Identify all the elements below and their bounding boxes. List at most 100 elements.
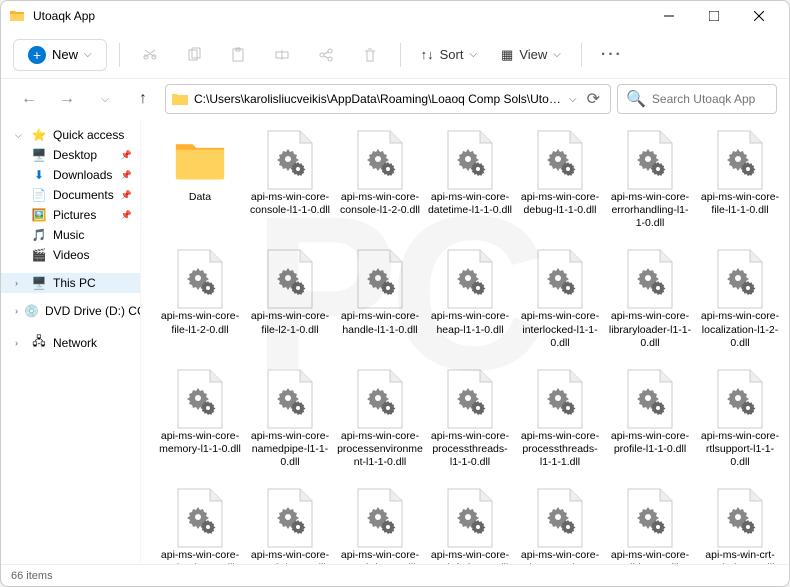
folder-icon (172, 92, 188, 106)
sidebar-videos[interactable]: 🎬Videos (1, 245, 140, 265)
sidebar-network[interactable]: ›🖧Network (1, 329, 140, 356)
dll-file-icon (264, 368, 316, 430)
file-item[interactable]: api-ms-win-core-heap-l1-1-0.dll (427, 248, 513, 349)
file-item[interactable]: api-ms-win-core-file-l2-1-0.dll (247, 248, 333, 349)
file-name-label: api-ms-win-core-profile-l1-1-0.dll (607, 430, 693, 456)
file-item[interactable]: api-ms-win-core-synch-l1-2-0.dll (337, 487, 423, 564)
sidebar-pictures[interactable]: 🖼️Pictures📌 (1, 205, 140, 225)
file-item[interactable]: api-ms-win-core-memory-l1-1-0.dll (157, 368, 243, 469)
dll-file-icon (174, 248, 226, 310)
file-item[interactable]: api-ms-win-core-console-l1-1-0.dll (247, 129, 333, 230)
folder-item[interactable]: Data (157, 129, 243, 230)
copy-button[interactable] (176, 37, 212, 73)
item-count: 66 items (11, 570, 53, 582)
file-name-label: api-ms-win-core-util-l1-1-0.dll (607, 549, 693, 564)
sidebar: ⌵⭐Quick access 🖥️Desktop📌 ⬇Downloads📌 📄D… (1, 119, 141, 564)
file-area[interactable]: Dataapi-ms-win-core-console-l1-1-0.dllap… (141, 119, 789, 564)
sidebar-downloads[interactable]: ⬇Downloads📌 (1, 165, 140, 185)
search-input[interactable] (652, 92, 790, 106)
file-item[interactable]: api-ms-win-core-handle-l1-1-0.dll (337, 248, 423, 349)
file-item[interactable]: api-ms-win-core-interlocked-l1-1-0.dll (517, 248, 603, 349)
dll-file-icon (444, 368, 496, 430)
chevron-down-icon: ⌵ (84, 49, 92, 60)
file-item[interactable]: api-ms-win-core-string-l1-1-0.dll (157, 487, 243, 564)
file-item[interactable]: api-ms-win-core-sysinfo-l1-1-0.dll (427, 487, 513, 564)
file-name-label: api-ms-win-core-heap-l1-1-0.dll (427, 310, 513, 336)
paste-button[interactable] (220, 37, 256, 73)
file-item[interactable]: api-ms-win-core-console-l1-2-0.dll (337, 129, 423, 230)
file-item[interactable]: api-ms-win-core-processthreads-l1-1-1.dl… (517, 368, 603, 469)
file-name-label: api-ms-win-core-processthreads-l1-1-1.dl… (517, 430, 603, 469)
dll-file-icon (534, 248, 586, 310)
dll-file-icon (714, 248, 766, 310)
view-button[interactable]: ▦ View ⌵ (493, 43, 569, 67)
file-name-label: api-ms-win-core-processenvironment-l1-1-… (337, 430, 423, 469)
refresh-button[interactable]: ⟳ (583, 89, 604, 109)
file-item[interactable]: api-ms-win-core-processenvironment-l1-1-… (337, 368, 423, 469)
search-box[interactable]: 🔍 (617, 84, 777, 114)
file-item[interactable]: api-ms-win-core-file-l1-1-0.dll (697, 129, 783, 230)
rename-button[interactable] (264, 37, 300, 73)
new-button[interactable]: + New ⌵ (13, 39, 107, 71)
dll-file-icon (264, 248, 316, 310)
file-item[interactable]: api-ms-win-core-namedpipe-l1-1-0.dll (247, 368, 333, 469)
sidebar-documents[interactable]: 📄Documents📌 (1, 185, 140, 205)
close-button[interactable] (736, 1, 781, 31)
sort-icon: ↑↓ (421, 47, 434, 62)
back-button[interactable]: ← (13, 83, 45, 115)
dll-file-icon (624, 368, 676, 430)
file-item[interactable]: api-ms-win-core-libraryloader-l1-1-0.dll (607, 248, 693, 349)
file-name-label: api-ms-win-core-string-l1-1-0.dll (157, 549, 243, 564)
file-name-label: api-ms-win-core-errorhandling-l1-1-0.dll (607, 191, 693, 230)
share-button[interactable] (308, 37, 344, 73)
dll-file-icon (354, 368, 406, 430)
file-item[interactable]: api-ms-win-core-timezone-l1-1-0.dll (517, 487, 603, 564)
file-item[interactable]: api-ms-win-core-util-l1-1-0.dll (607, 487, 693, 564)
delete-button[interactable] (352, 37, 388, 73)
chevron-down-icon[interactable]: ⌵ (569, 94, 577, 105)
divider (581, 43, 582, 67)
file-item[interactable]: api-ms-win-core-localization-l1-2-0.dll (697, 248, 783, 349)
path-input[interactable]: C:\Users\karolisliucveikis\AppData\Roami… (165, 84, 611, 114)
dll-file-icon (624, 487, 676, 549)
chevron-down-icon[interactable]: ⌵ (89, 83, 121, 115)
sidebar-quick-access[interactable]: ⌵⭐Quick access (1, 125, 140, 145)
file-item[interactable]: api-ms-win-core-debug-l1-1-0.dll (517, 129, 603, 230)
sidebar-this-pc[interactable]: ›🖥️This PC (1, 273, 140, 293)
file-item[interactable]: api-ms-win-core-file-l1-2-0.dll (157, 248, 243, 349)
dll-file-icon (714, 368, 766, 430)
sidebar-dvd-drive[interactable]: ›💿DVD Drive (D:) CCCC (1, 301, 140, 321)
file-name-label: api-ms-win-core-console-l1-1-0.dll (247, 191, 333, 217)
pin-icon: 📌 (121, 150, 132, 161)
file-item[interactable]: api-ms-win-core-processthreads-l1-1-0.dl… (427, 368, 513, 469)
sidebar-music[interactable]: 🎵Music (1, 225, 140, 245)
up-button[interactable]: ↑ (127, 83, 159, 115)
file-item[interactable]: api-ms-win-core-profile-l1-1-0.dll (607, 368, 693, 469)
file-item[interactable]: api-ms-win-core-datetime-l1-1-0.dll (427, 129, 513, 230)
file-name-label: api-ms-win-core-datetime-l1-1-0.dll (427, 191, 513, 217)
dll-file-icon (444, 129, 496, 191)
chevron-down-icon: ⌵ (553, 49, 561, 60)
minimize-button[interactable] (646, 1, 691, 31)
file-item[interactable]: api-ms-win-core-synch-l1-1-0.dll (247, 487, 333, 564)
status-bar: 66 items (1, 564, 789, 586)
dll-file-icon (174, 368, 226, 430)
pin-icon: 📌 (121, 170, 132, 181)
file-name-label: api-ms-win-core-sysinfo-l1-1-0.dll (427, 549, 513, 564)
more-button[interactable]: ··· (594, 37, 630, 73)
divider (400, 43, 401, 67)
sort-button[interactable]: ↑↓ Sort ⌵ (413, 43, 485, 66)
view-label: View (519, 47, 547, 62)
sidebar-desktop[interactable]: 🖥️Desktop📌 (1, 145, 140, 165)
plus-icon: + (28, 46, 46, 64)
file-name-label: api-ms-win-core-libraryloader-l1-1-0.dll (607, 310, 693, 349)
file-name-label: api-ms-win-core-console-l1-2-0.dll (337, 191, 423, 217)
maximize-button[interactable] (691, 1, 736, 31)
pin-icon: 📌 (121, 190, 132, 201)
cut-button[interactable] (132, 37, 168, 73)
file-item[interactable]: api-ms-win-core-errorhandling-l1-1-0.dll (607, 129, 693, 230)
dll-file-icon (534, 368, 586, 430)
forward-button[interactable]: → (51, 83, 83, 115)
file-item[interactable]: api-ms-win-core-rtlsupport-l1-1-0.dll (697, 368, 783, 469)
file-item[interactable]: api-ms-win-crt-conio-l1-1-0.dll (697, 487, 783, 564)
